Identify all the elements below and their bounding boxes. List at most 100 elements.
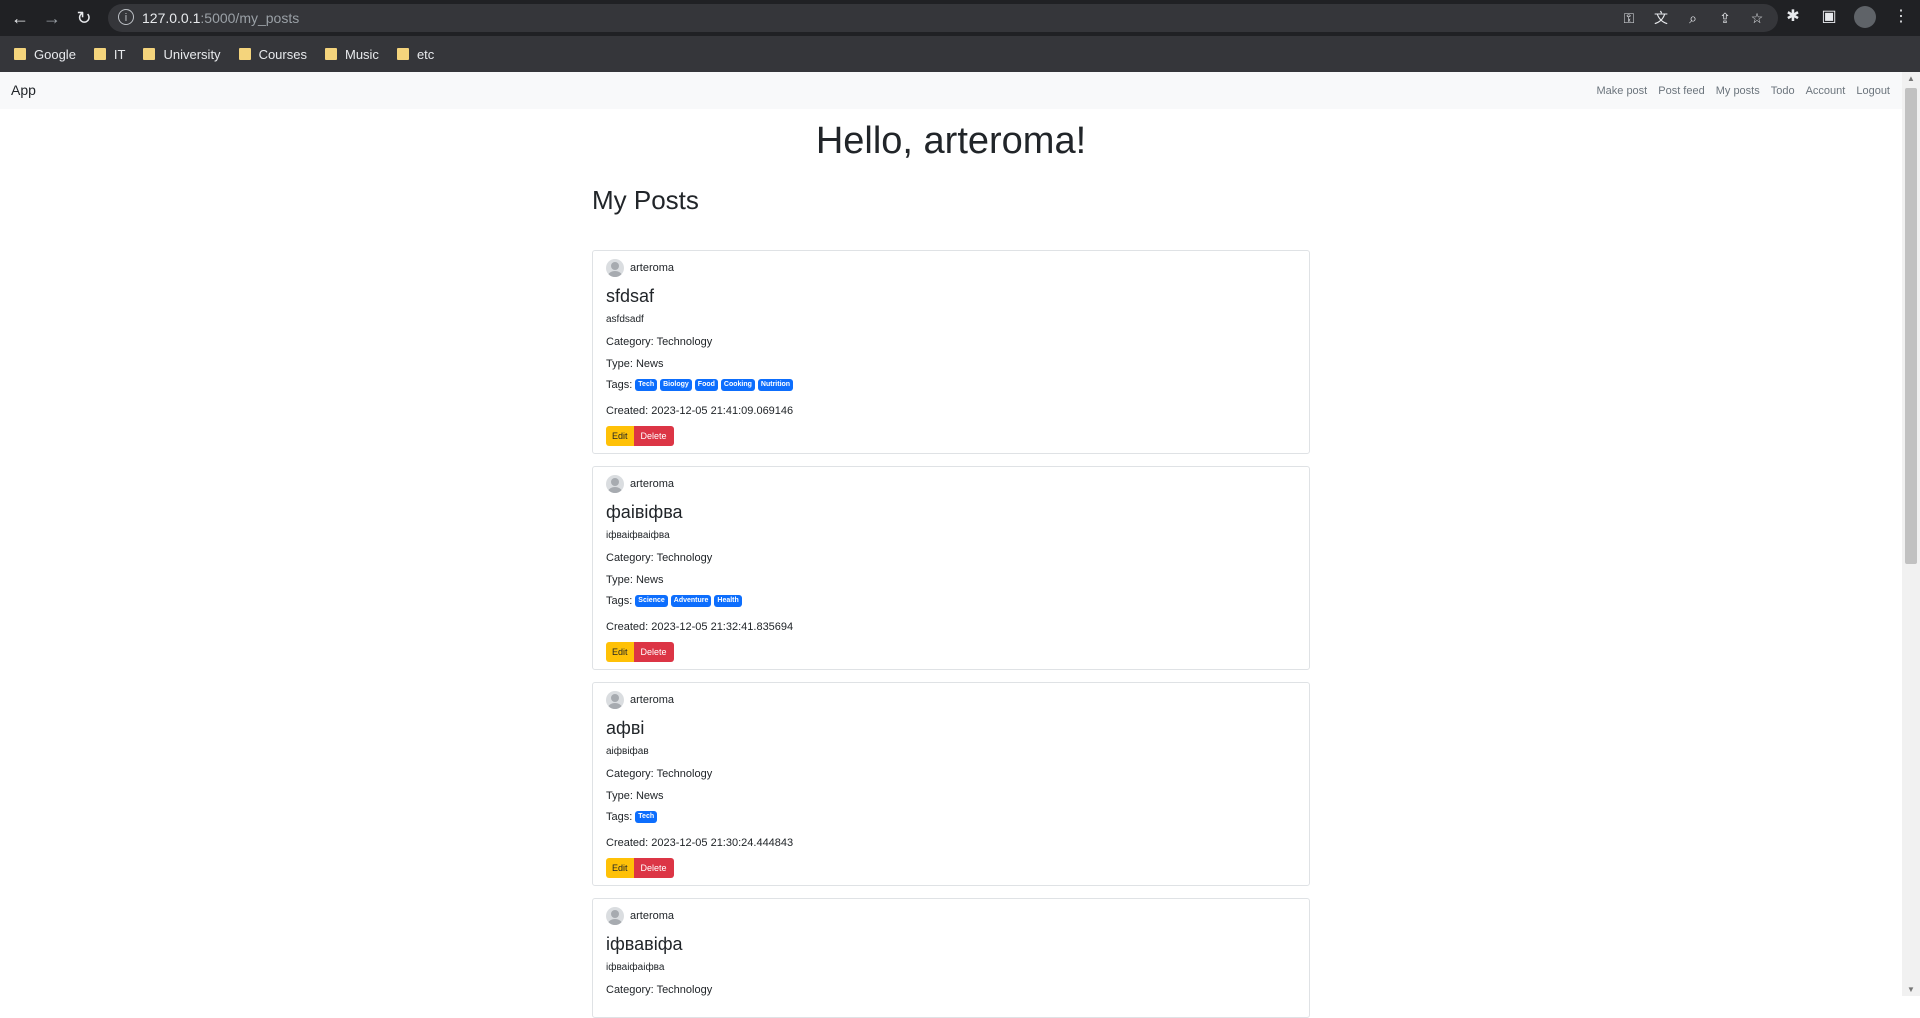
- post-description: аіфвіфав: [606, 746, 649, 757]
- app-navbar: App Make post Post feed My posts Todo Ac…: [0, 72, 1902, 109]
- avatar: [606, 691, 624, 709]
- brand-link[interactable]: App: [11, 82, 36, 98]
- post-tags: Tags: Science Adventure Health: [606, 595, 742, 607]
- tag-badge: Tech: [635, 811, 658, 823]
- type-value: News: [635, 790, 664, 802]
- profile-avatar[interactable]: [1854, 6, 1876, 28]
- forward-arrow-icon[interactable]: →: [40, 6, 64, 30]
- tag-badge: Tech: [635, 379, 658, 391]
- post-card: arteroma іфвавіфа іфваіфаіфва Category: …: [592, 898, 1310, 1018]
- category-value: Technology: [656, 336, 713, 348]
- delete-button[interactable]: Delete: [633, 426, 674, 446]
- post-title: іфвавіфа: [606, 934, 683, 954]
- post-type: Type: News: [606, 574, 663, 586]
- avatar: [606, 259, 624, 277]
- tags-label: Tags:: [606, 811, 633, 823]
- nav-todo[interactable]: Todo: [1771, 85, 1795, 97]
- avatar: [606, 907, 624, 925]
- category-label: Category:: [606, 768, 657, 780]
- folder-icon: [143, 48, 156, 60]
- edit-button[interactable]: Edit: [606, 858, 634, 878]
- bookmark-courses[interactable]: Courses: [238, 46, 307, 62]
- tag-badge: Cooking: [720, 379, 755, 391]
- menu-icon[interactable]: ⋮: [1890, 6, 1912, 28]
- post-category: Category: Technology: [606, 984, 712, 996]
- star-icon[interactable]: ☆: [1748, 9, 1766, 27]
- url-text: 127.0.0.1:5000/my_posts: [142, 10, 299, 26]
- bookmark-etc[interactable]: etc: [396, 46, 435, 62]
- back-arrow-icon[interactable]: ←: [8, 6, 32, 30]
- bookmark-label: Google: [34, 46, 76, 62]
- created-label: Created:: [606, 405, 652, 417]
- folder-icon: [396, 48, 409, 60]
- post-title: sfdsaf: [606, 286, 655, 306]
- created-value: 2023-12-05 21:41:09.069146: [651, 405, 794, 417]
- type-value: News: [635, 574, 664, 586]
- folder-icon: [14, 48, 26, 60]
- reload-icon[interactable]: ↻: [72, 6, 96, 30]
- translate-icon[interactable]: 文: [1652, 9, 1670, 27]
- edit-button[interactable]: Edit: [606, 642, 634, 662]
- tags-label: Tags:: [606, 595, 633, 607]
- scroll-down-icon[interactable]: ▼: [1907, 985, 1915, 994]
- folder-icon: [324, 48, 337, 60]
- category-label: Category:: [606, 984, 657, 996]
- type-label: Type:: [606, 790, 636, 802]
- bookmark-music[interactable]: Music: [324, 46, 379, 62]
- folder-icon: [93, 48, 106, 60]
- extensions-icon[interactable]: ✱: [1782, 6, 1804, 28]
- zoom-icon[interactable]: ⌕: [1684, 9, 1702, 27]
- post-created: Created: 2023-12-05 21:32:41.835694: [606, 621, 793, 633]
- post-category: Category: Technology: [606, 768, 712, 780]
- created-label: Created:: [606, 837, 652, 849]
- post-created: Created: 2023-12-05 21:41:09.069146: [606, 405, 793, 417]
- nav-post-feed[interactable]: Post feed: [1658, 85, 1704, 97]
- side-panel-icon[interactable]: ▣: [1818, 6, 1840, 28]
- nav-links: Make post Post feed My posts Todo Accoun…: [1596, 85, 1890, 97]
- nav-account[interactable]: Account: [1806, 85, 1846, 97]
- bookmark-it[interactable]: IT: [93, 46, 126, 62]
- share-icon[interactable]: ⇪: [1716, 9, 1734, 27]
- bookmark-label: Music: [344, 46, 379, 62]
- bookmark-university[interactable]: University: [143, 46, 221, 62]
- scroll-up-icon[interactable]: ▲: [1907, 74, 1915, 83]
- category-label: Category:: [606, 336, 657, 348]
- bookmark-label: IT: [113, 46, 126, 62]
- post-author: arteroma: [630, 478, 675, 490]
- scroll-thumb[interactable]: [1905, 88, 1917, 564]
- avatar: [606, 475, 624, 493]
- browser-toolbar: ← → ↻ i 127.0.0.1:5000/my_posts ⚿ 文 ⌕ ⇪ …: [0, 0, 1920, 36]
- category-value: Technology: [656, 768, 713, 780]
- bookmark-google[interactable]: Google: [14, 47, 76, 62]
- type-label: Type:: [606, 358, 636, 370]
- tag-badge: Food: [694, 379, 718, 391]
- address-bar[interactable]: i 127.0.0.1:5000/my_posts ⚿ 文 ⌕ ⇪ ☆: [108, 4, 1778, 32]
- type-value: News: [635, 358, 664, 370]
- created-value: 2023-12-05 21:30:24.444843: [651, 837, 794, 849]
- post-tags: Tags: Tech Biology Food Cooking Nutritio…: [606, 379, 794, 391]
- nav-my-posts[interactable]: My posts: [1716, 85, 1760, 97]
- folder-icon: [238, 48, 251, 60]
- post-category: Category: Technology: [606, 336, 712, 348]
- url-host: 127.0.0.1: [142, 10, 201, 26]
- page-scrollbar[interactable]: ▲ ▼: [1902, 72, 1920, 996]
- post-description: іфваіфваіфва: [606, 530, 670, 541]
- tag-badge: Science: [635, 595, 668, 607]
- nav-make-post[interactable]: Make post: [1596, 85, 1647, 97]
- post-category: Category: Technology: [606, 552, 712, 564]
- key-icon[interactable]: ⚿: [1620, 9, 1638, 27]
- tags-label: Tags:: [606, 379, 633, 391]
- post-author: arteroma: [630, 694, 675, 706]
- delete-button[interactable]: Delete: [633, 642, 674, 662]
- post-author: arteroma: [630, 910, 675, 922]
- bookmark-label: Courses: [258, 46, 307, 62]
- nav-logout[interactable]: Logout: [1856, 85, 1890, 97]
- delete-button[interactable]: Delete: [633, 858, 674, 878]
- bookmarks-bar: Google IT University Courses Music etc: [0, 36, 1920, 72]
- post-author: arteroma: [630, 262, 675, 274]
- edit-button[interactable]: Edit: [606, 426, 634, 446]
- bookmark-label: University: [163, 46, 221, 62]
- site-info-icon[interactable]: i: [118, 9, 134, 25]
- page-title: My Posts: [592, 185, 699, 215]
- bookmark-label: etc: [416, 46, 435, 62]
